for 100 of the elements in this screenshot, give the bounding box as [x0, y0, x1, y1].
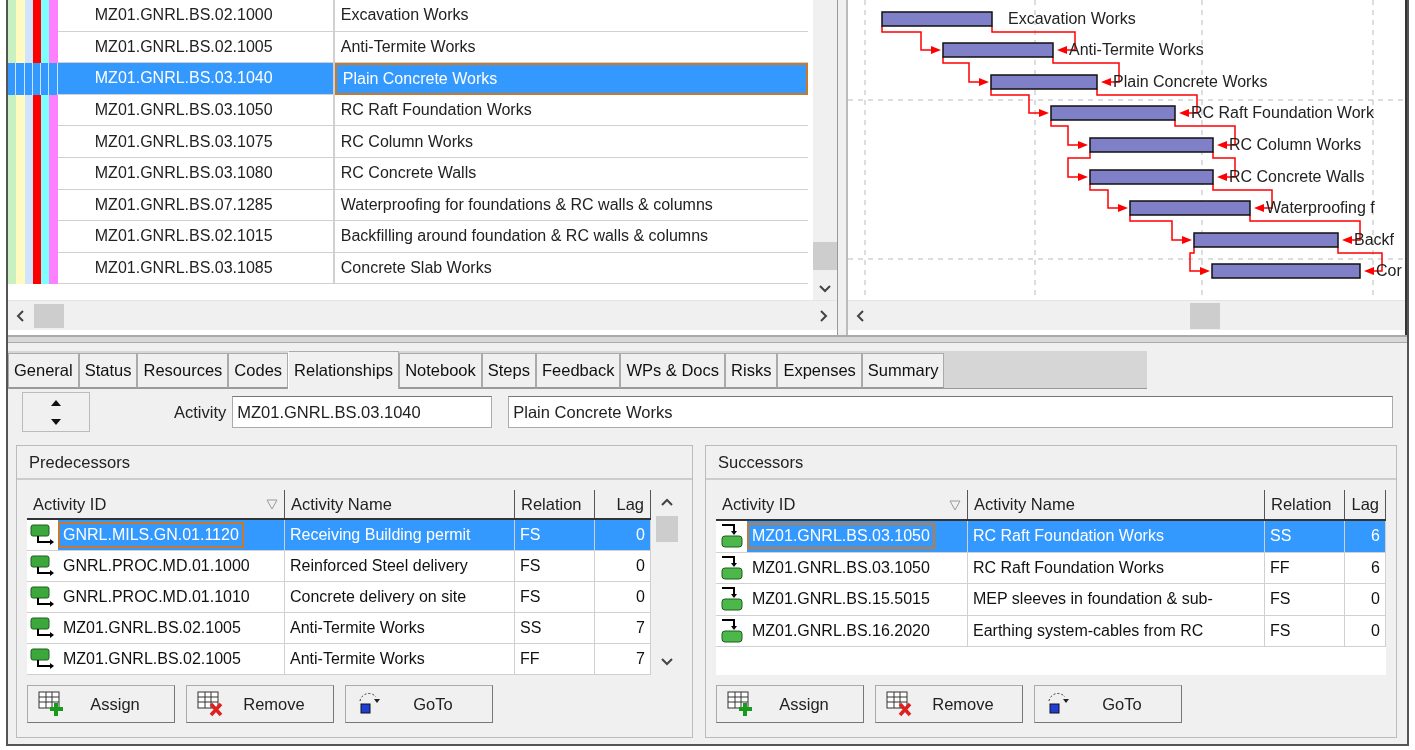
activity-id: MZ01.GNRL.BS.07.1285 — [57, 189, 335, 222]
tab[interactable]: Status — [78, 353, 138, 388]
activity-id: MZ01.GNRL.BS.03.1080 — [57, 157, 335, 190]
sort-icon — [949, 498, 961, 511]
code-strip — [41, 63, 50, 95]
gantt-bar-label: RC Concrete Walls — [1229, 168, 1365, 185]
relationship-row[interactable]: GNRL.PROC.MD.01.1010 Concrete delivery on site FS 0 — [27, 582, 651, 614]
panel-button[interactable]: GoTo — [345, 685, 493, 723]
activity-id: MZ01.GNRL.BS.03.1050 — [751, 557, 931, 578]
down-arrow-icon[interactable] — [50, 417, 62, 426]
activity-id: GNRL.MILS.GN.01.1120 — [58, 522, 244, 549]
relation-type: FS — [1265, 584, 1345, 616]
vertical-scrollbar[interactable] — [813, 0, 837, 300]
activity-id: MZ01.GNRL.BS.02.1000 — [57, 0, 335, 32]
relationship-row[interactable]: MZ01.GNRL.BS.15.5015 MEP sleeves in foundation & sub- FS 0 — [716, 584, 1386, 616]
tab[interactable]: Summary — [861, 353, 945, 388]
activity-id: GNRL.PROC.MD.01.1000 — [62, 556, 251, 577]
column-header[interactable]: Activity ID — [716, 490, 968, 519]
tab[interactable]: WPs & Docs — [620, 353, 726, 388]
relationship-row[interactable]: MZ01.GNRL.BS.02.1005 Anti-Termite Works FF 7 — [27, 644, 651, 675]
activity-row[interactable]: MZ01.GNRL.BS.03.1050 RC Raft Foundation Works — [8, 94, 813, 127]
activity-row[interactable]: MZ01.GNRL.BS.03.1080 RC Concrete Walls — [8, 157, 813, 190]
tab[interactable]: Relationships — [288, 351, 400, 389]
panel-title: Successors — [706, 446, 1396, 480]
column-header[interactable]: Lag — [595, 490, 651, 519]
tab[interactable]: Notebook — [399, 353, 482, 388]
panel-button[interactable]: Remove — [186, 685, 334, 723]
activity-row[interactable]: MZ01.GNRL.BS.03.1075 RC Column Works — [8, 126, 813, 158]
tab[interactable]: Steps — [481, 353, 536, 388]
predecessor-icon — [30, 523, 56, 548]
column-header[interactable]: Relation — [515, 490, 595, 519]
relationship-row[interactable]: MZ01.GNRL.BS.02.1005 Anti-Termite Works SS 7 — [27, 613, 651, 645]
activity-name-field[interactable]: Plain Concrete Works — [508, 396, 1393, 428]
horizontal-scrollbar[interactable] — [8, 300, 837, 330]
panel-button[interactable]: Remove — [875, 685, 1023, 723]
relation-type: FF — [1265, 552, 1345, 584]
relation-type: SS — [1265, 521, 1345, 553]
gantt-bar-label: Waterproofing f — [1266, 199, 1375, 216]
tab[interactable]: Codes — [228, 353, 289, 388]
tab[interactable]: Risks — [725, 353, 778, 388]
scrollbar-thumb[interactable] — [655, 516, 678, 542]
activity-row[interactable]: MZ01.GNRL.BS.07.1285 Waterproofing for foundations & RC walls & columns — [8, 189, 813, 222]
activity-name: Reinforced Steel delivery — [285, 551, 515, 583]
activity-id-field[interactable]: MZ01.GNRL.BS.03.1040 — [232, 396, 493, 428]
activity-name: RC Raft Foundation Works — [968, 521, 1265, 553]
lag-value: 0 — [595, 582, 651, 614]
relation-type: FS — [515, 582, 595, 614]
tab[interactable]: Expenses — [777, 353, 862, 388]
gantt-bar[interactable] — [1089, 137, 1214, 153]
gantt-bar[interactable] — [1089, 169, 1214, 185]
dependency-arrow — [881, 25, 941, 54]
predecessor-icon — [30, 647, 56, 672]
dependency-arrow — [1067, 151, 1091, 181]
activity-row[interactable]: MZ01.GNRL.BS.02.1000 Excavation Works — [8, 0, 813, 32]
panel-button[interactable]: GoTo — [1034, 685, 1182, 723]
gantt-bar[interactable] — [990, 74, 1098, 90]
gantt-bar[interactable] — [1193, 232, 1339, 248]
successor-icon — [719, 617, 745, 644]
gantt-bar[interactable] — [942, 42, 1054, 58]
activity-row[interactable]: MZ01.GNRL.BS.03.1085 Concrete Slab Works — [8, 252, 813, 285]
relationship-row[interactable]: GNRL.PROC.MD.01.1000 Reinforced Steel delivery FS 0 — [27, 551, 651, 583]
sort-icon — [266, 498, 278, 511]
scrollbar-thumb[interactable] — [34, 303, 64, 328]
gantt-bar[interactable] — [881, 11, 993, 27]
lag-value: 6 — [1345, 521, 1386, 553]
tab[interactable]: Feedback — [535, 353, 621, 388]
tab[interactable]: General — [8, 353, 79, 388]
relationship-row[interactable]: MZ01.GNRL.BS.16.2020 Earthing system-cables from RC FS 0 — [716, 615, 1386, 647]
activity-row[interactable]: MZ01.GNRL.BS.02.1015 Backfilling around foundation & RC walls & columns — [8, 221, 813, 253]
scrollbar-thumb[interactable] — [1190, 302, 1220, 329]
column-header[interactable]: Relation — [1265, 490, 1345, 519]
up-arrow-icon[interactable] — [50, 398, 62, 407]
column-header[interactable]: Lag — [1345, 490, 1386, 519]
activity-id: MZ01.GNRL.BS.03.1050 — [57, 94, 335, 127]
activity-row[interactable]: MZ01.GNRL.BS.02.1005 Anti-Termite Works — [8, 31, 813, 64]
lag-value: 6 — [1345, 552, 1386, 584]
panel-button[interactable]: Assign — [27, 685, 175, 723]
tab[interactable]: Resources — [137, 353, 229, 388]
successor-icon — [719, 554, 745, 581]
relation-type: FS — [1265, 615, 1345, 647]
gantt-bar-label: Cor — [1376, 262, 1402, 279]
scrollbar-thumb[interactable] — [813, 242, 837, 270]
gantt-bar[interactable] — [1129, 200, 1251, 216]
add-row-icon — [38, 691, 66, 717]
activity-id: MZ01.GNRL.BS.02.1005 — [62, 649, 242, 670]
successor-icon — [719, 523, 745, 550]
horizontal-scrollbar[interactable] — [848, 300, 1405, 330]
relation-type: FS — [515, 520, 595, 552]
gantt-bar[interactable] — [1211, 263, 1361, 279]
dependency-arrow — [1050, 119, 1088, 149]
relationship-row[interactable]: MZ01.GNRL.BS.03.1050 RC Raft Foundation Works FF 6 — [716, 552, 1386, 584]
column-header[interactable]: Activity Name — [968, 490, 1265, 519]
column-header[interactable]: Activity ID — [27, 490, 285, 519]
column-header[interactable]: Activity Name — [285, 490, 515, 519]
activity-id: MZ01.GNRL.BS.03.1075 — [57, 126, 335, 158]
gantt-bar-label: Plain Concrete Works — [1113, 73, 1268, 90]
gantt-bar[interactable] — [1050, 105, 1176, 121]
activity-name: Receiving Building permit — [285, 520, 515, 552]
panel-button[interactable]: Assign — [716, 685, 864, 723]
move-spinner[interactable] — [22, 392, 90, 432]
